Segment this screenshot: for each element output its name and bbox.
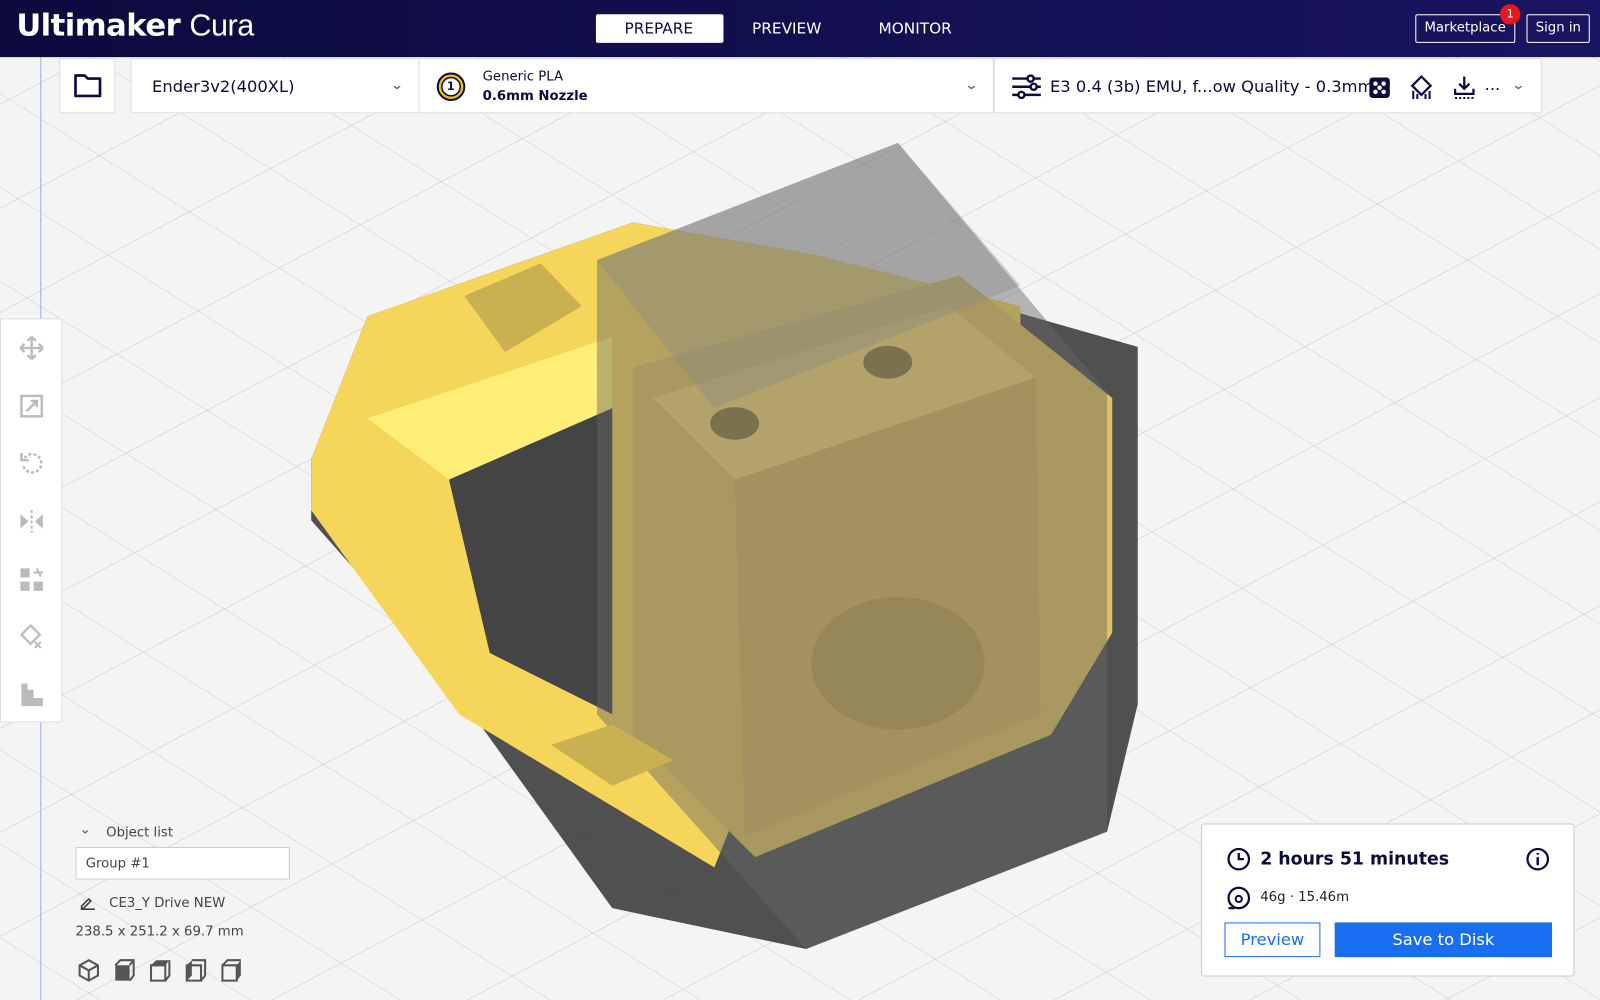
left-toolbar [0, 318, 63, 723]
tab-prepare[interactable]: PREPARE [595, 14, 724, 43]
extruder-number: 1 [446, 79, 455, 93]
scale-icon[interactable] [18, 393, 45, 420]
chevron-down-icon: ⌄ [389, 77, 405, 92]
app-logo: Ultimaker Cura [16, 8, 254, 44]
profile-name: E3 0.4 (3b) EMU, f...ow Quality - 0.3mm [1049, 76, 1374, 96]
more-settings-ellipsis: ... [1484, 74, 1501, 94]
chevron-down-icon: ⌄ [964, 77, 979, 92]
info-icon[interactable] [1525, 847, 1550, 871]
rotate-icon[interactable] [18, 450, 45, 477]
printer-name: Ender3v2(400XL) [152, 76, 295, 96]
infill-icon [1369, 77, 1390, 98]
tab-monitor[interactable]: MONITOR [850, 14, 980, 43]
view-left-icon[interactable] [185, 958, 207, 982]
mirror-icon[interactable] [18, 508, 45, 535]
nozzle-size: 0.6mm Nozzle [482, 88, 588, 105]
chevron-down-icon: ⌄ [1511, 77, 1526, 92]
print-time: 2 hours 51 minutes [1260, 848, 1450, 870]
tab-preview[interactable]: PREVIEW [723, 14, 849, 43]
support-blocker-icon[interactable] [18, 623, 45, 650]
print-summary-card: 2 hours 51 minutes 46g · 15.46m Preview … [1201, 823, 1575, 977]
stage-tabs: PREPARE PREVIEW MONITOR [595, 14, 980, 43]
view-top-icon[interactable] [149, 958, 171, 982]
support-icon [1410, 74, 1433, 99]
chevron-down-icon[interactable]: ⌄ [80, 822, 91, 837]
layer-icon[interactable] [18, 682, 45, 709]
object-list-item[interactable]: Group #1 [75, 846, 290, 880]
object-name: CE3_Y Drive NEW [109, 895, 226, 912]
open-file-button[interactable] [59, 58, 116, 114]
view-right-icon[interactable] [220, 958, 242, 982]
printer-selector[interactable]: Ender3v2(400XL) ⌄ [130, 58, 419, 114]
sign-in-button[interactable]: Sign in [1526, 14, 1591, 43]
object-list-toggle[interactable]: Object list [106, 826, 173, 841]
adhesion-icon [1453, 76, 1475, 99]
move-icon[interactable] [18, 335, 45, 362]
settings-sliders-icon [1012, 74, 1041, 99]
spool-icon [1227, 886, 1251, 910]
object-dimensions: 238.5 x 251.2 x 69.7 mm [75, 924, 244, 940]
view-3d-icon[interactable] [78, 958, 100, 982]
material-name: Generic PLA [482, 69, 564, 85]
pencil-icon[interactable] [80, 896, 96, 910]
notification-badge: 1 [1499, 4, 1521, 25]
material-usage: 46g · 15.46m [1260, 889, 1350, 906]
material-selector[interactable]: 1 Generic PLA 0.6mm Nozzle ⌄ [418, 58, 994, 114]
preview-button[interactable]: Preview [1224, 922, 1321, 958]
folder-icon [74, 74, 102, 98]
print-settings-selector[interactable]: E3 0.4 (3b) EMU, f...ow Quality - 0.3mm … [993, 58, 1542, 114]
clock-icon [1227, 847, 1251, 871]
save-to-disk-button[interactable]: Save to Disk [1334, 922, 1553, 958]
per-model-settings-icon[interactable] [18, 566, 45, 593]
view-front-icon[interactable] [113, 958, 135, 982]
